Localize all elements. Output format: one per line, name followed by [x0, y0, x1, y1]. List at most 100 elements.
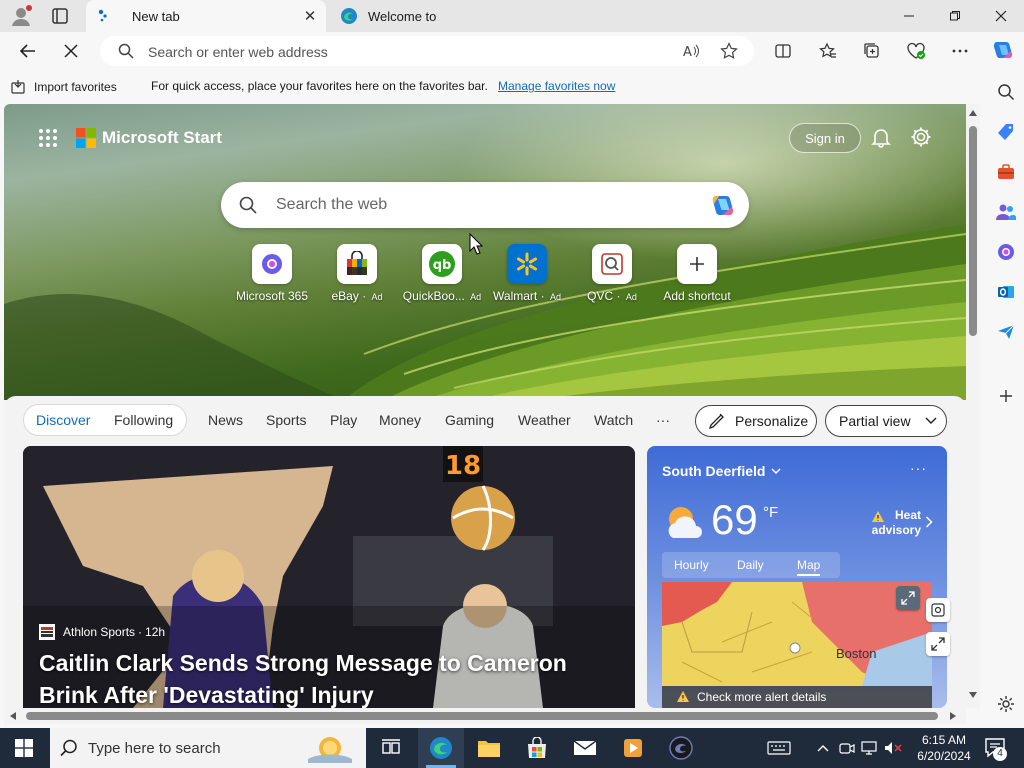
search-icon	[118, 43, 134, 59]
meet-now-icon[interactable]	[836, 728, 858, 768]
taskbar-clock[interactable]: 6:15 AM 6/20/2024	[908, 732, 980, 764]
notifications-bell-icon[interactable]	[870, 126, 892, 148]
media-player-icon[interactable]	[610, 728, 656, 768]
start-button[interactable]	[0, 728, 48, 768]
feed-nav: Discover Following News Sports Play Mone…	[4, 396, 966, 444]
weather-location[interactable]: South Deerfield	[662, 463, 765, 479]
taskbar: Type here to search 6:15 AM 6/20/2024 4	[0, 728, 1024, 768]
volume-muted-icon[interactable]	[882, 728, 904, 768]
weather-map[interactable]: Boston	[662, 582, 932, 686]
people-icon[interactable]	[994, 200, 1018, 224]
mail-icon[interactable]	[562, 728, 608, 768]
chevron-down-icon[interactable]	[771, 466, 781, 476]
sidebar-search-icon[interactable]	[994, 80, 1018, 104]
brand-title: Microsoft Start	[102, 128, 222, 147]
tools-briefcase-icon[interactable]	[994, 160, 1018, 184]
keyboard-layout-icon[interactable]	[764, 728, 794, 768]
fullscreen-icon[interactable]	[926, 632, 950, 656]
tab-close-icon[interactable]: ✕	[300, 6, 320, 26]
alert-details-bar[interactable]: Check more alert details	[662, 686, 932, 708]
task-view-icon[interactable]	[368, 728, 414, 768]
nav-play[interactable]: Play	[330, 412, 357, 428]
page-settings-gear-icon[interactable]	[910, 126, 932, 148]
taskbar-edge-icon[interactable]	[418, 728, 464, 768]
nav-news[interactable]: News	[208, 412, 243, 428]
manage-favorites-link[interactable]: Manage favorites now	[498, 79, 615, 93]
weather-tab-daily[interactable]: Daily	[737, 558, 764, 572]
shortcut-qvc[interactable]: QVC · Ad	[567, 244, 657, 306]
more-options-icon[interactable]	[949, 40, 971, 62]
address-bar[interactable]: Search or enter web address A	[100, 36, 754, 66]
favorites-icon[interactable]	[817, 40, 839, 62]
nav-watch[interactable]: Watch	[594, 412, 633, 428]
personalize-button[interactable]: Personalize	[695, 405, 817, 437]
stop-loading-button[interactable]	[56, 36, 86, 66]
read-aloud-icon[interactable]: A	[682, 42, 700, 60]
horizontal-scrollbar[interactable]	[4, 708, 966, 724]
edge-dev-icon[interactable]	[658, 728, 704, 768]
nav-gaming[interactable]: Gaming	[445, 412, 494, 428]
scroll-up-icon[interactable]	[969, 110, 977, 116]
copilot-icon[interactable]	[990, 38, 1016, 64]
chevron-right-icon[interactable]	[925, 516, 933, 528]
vertical-scroll-thumb[interactable]	[969, 126, 977, 336]
nav-weather[interactable]: Weather	[518, 412, 571, 428]
close-icon[interactable]	[978, 0, 1024, 32]
view-mode-select[interactable]: Partial view	[825, 405, 947, 437]
taskbar-search-placeholder: Type here to search	[88, 740, 221, 757]
tab-discover[interactable]: Discover	[36, 412, 90, 428]
horizontal-scroll-thumb[interactable]	[26, 712, 938, 720]
shortcut-walmart[interactable]: Walmart · Ad	[482, 244, 572, 306]
heat-advisory[interactable]: Heat advisory	[867, 508, 921, 538]
weather-tab-hourly[interactable]: Hourly	[674, 558, 709, 572]
nav-more[interactable]: ···	[656, 412, 670, 428]
weather-tab-map[interactable]: Map	[797, 558, 821, 576]
copilot-icon[interactable]	[709, 192, 737, 220]
collections-icon[interactable]	[861, 40, 883, 62]
split-screen-icon[interactable]	[772, 40, 794, 62]
browser-essentials-icon[interactable]	[905, 40, 927, 62]
shortcut-label: QVC · Ad	[587, 289, 637, 303]
import-favorites-button[interactable]: Import favorites	[10, 79, 117, 95]
scroll-down-icon[interactable]	[969, 692, 977, 698]
tab-following[interactable]: Following	[114, 412, 173, 428]
image-search-icon[interactable]	[926, 598, 950, 622]
m365-sidebar-icon[interactable]	[994, 240, 1018, 264]
news-card[interactable]: 18 Athlon Sports · 12h Caitlin Clark Sen…	[23, 446, 635, 708]
weather-more-icon[interactable]: ···	[910, 460, 927, 476]
map-expand-icon[interactable]	[896, 586, 920, 610]
nav-sports[interactable]: Sports	[266, 412, 306, 428]
sidebar-settings-icon[interactable]	[994, 692, 1018, 716]
outlook-icon[interactable]	[994, 280, 1018, 304]
add-shortcut-button[interactable]: Add shortcut	[652, 244, 742, 306]
web-search-box[interactable]: Search the web	[221, 182, 749, 228]
shopping-tag-icon[interactable]	[994, 120, 1018, 144]
tab-actions-icon[interactable]	[50, 6, 70, 26]
minimize-icon[interactable]	[886, 0, 932, 32]
show-hidden-icons-chevron-icon[interactable]	[812, 728, 834, 768]
taskbar-search-box[interactable]: Type here to search	[50, 728, 366, 768]
shortcut-label: eBay · Ad	[331, 289, 383, 303]
add-sidebar-app-icon[interactable]	[994, 384, 1018, 408]
news-headline[interactable]: Caitlin Clark Sends Strong Message to Ca…	[39, 647, 599, 708]
weather-card[interactable]: South Deerfield ··· 69 °F Heat advisory …	[647, 446, 947, 708]
send-arrow-icon[interactable]	[994, 320, 1018, 344]
nav-money[interactable]: Money	[379, 412, 421, 428]
network-icon[interactable]	[858, 728, 880, 768]
add-favorite-star-icon[interactable]	[720, 42, 738, 60]
profile-avatar-icon[interactable]	[10, 5, 32, 27]
tab-welcome[interactable]: Welcome to	[330, 0, 630, 32]
file-explorer-icon[interactable]	[466, 728, 512, 768]
microsoft-store-icon[interactable]	[514, 728, 560, 768]
tab-new-tab[interactable]: New tab ✕	[86, 0, 326, 32]
restore-icon[interactable]	[932, 0, 978, 32]
back-button[interactable]	[13, 36, 43, 66]
app-launcher-icon[interactable]	[38, 128, 58, 148]
shortcut-microsoft-365[interactable]: Microsoft 365	[227, 244, 317, 306]
scroll-right-icon[interactable]	[950, 712, 956, 720]
shortcut-ebay[interactable]: eBay · Ad	[312, 244, 402, 306]
sign-in-button[interactable]: Sign in	[789, 123, 861, 153]
m365-icon	[252, 244, 292, 284]
vertical-scrollbar[interactable]	[966, 104, 980, 708]
scroll-left-icon[interactable]	[10, 712, 16, 720]
